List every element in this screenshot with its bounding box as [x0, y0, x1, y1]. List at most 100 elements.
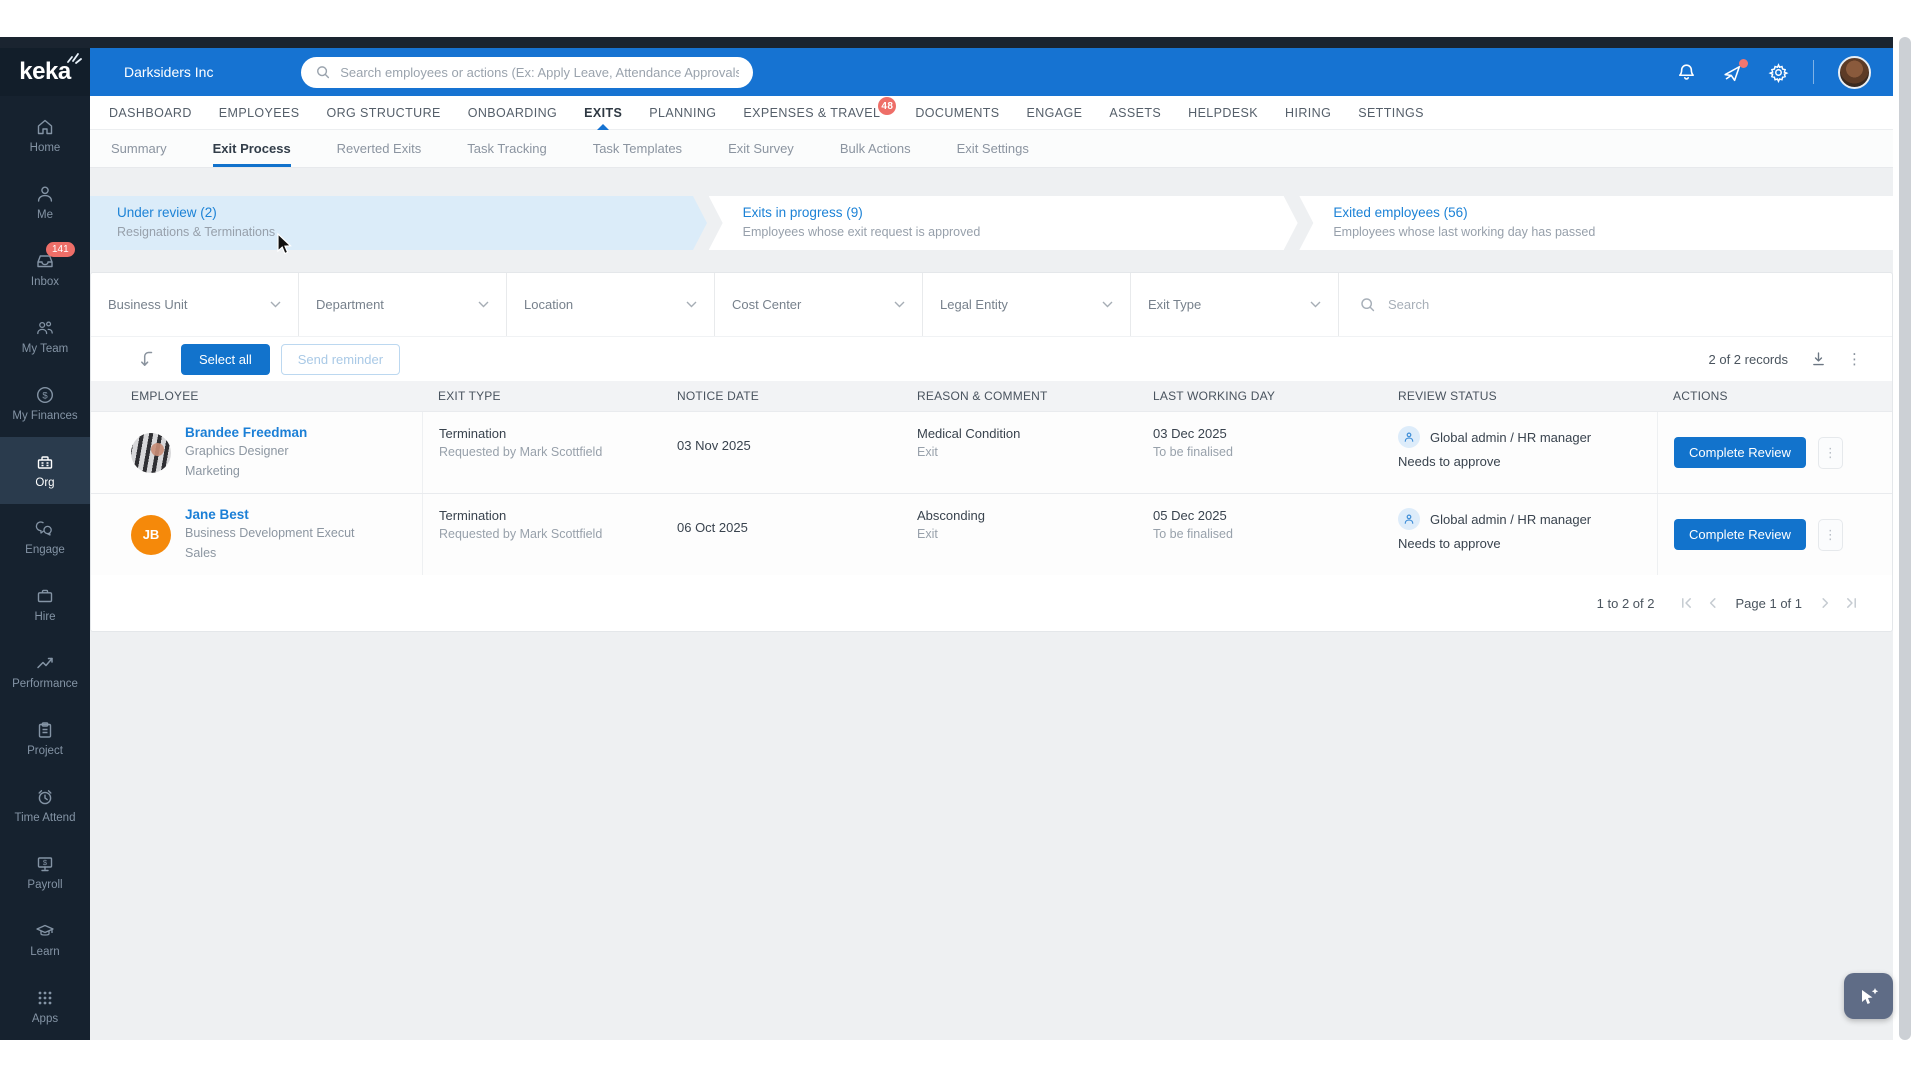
sort-icon[interactable] [139, 350, 155, 368]
sidebar-item-me[interactable]: Me [0, 169, 90, 236]
topbar-actions [1676, 55, 1871, 89]
page-scrollbar[interactable] [1899, 37, 1911, 1040]
nav-expenses-travel[interactable]: EXPENSES & TRAVEL 48 [743, 96, 897, 129]
lwd-value: 05 Dec 2025 [1153, 508, 1227, 523]
nav-employees[interactable]: EMPLOYEES [219, 96, 300, 129]
subtab-task-tracking[interactable]: Task Tracking [467, 130, 546, 167]
sidebar-item-label: Hire [34, 611, 56, 623]
nav-dashboard[interactable]: DASHBOARD [109, 96, 192, 129]
filter-label: Business Unit [108, 297, 188, 312]
filter-legal-entity[interactable]: Legal Entity [923, 273, 1131, 336]
reason-cell: Medical Condition Exit [901, 412, 1137, 493]
notice-date-cell: 03 Nov 2025 [661, 412, 901, 493]
reason-value: Absconding [917, 508, 985, 523]
prev-page-icon[interactable] [1706, 596, 1719, 610]
sidebar-item-payroll[interactable]: $ Payroll [0, 839, 90, 906]
sidebar-item-label: Project [27, 745, 63, 757]
employee-name-link[interactable]: Jane Best [185, 507, 355, 522]
select-all-button[interactable]: Select all [181, 343, 270, 375]
nav-org-structure[interactable]: ORG STRUCTURE [327, 96, 441, 129]
lwd-sub: To be finalised [1153, 445, 1233, 459]
sidebar-item-inbox[interactable]: 141 Inbox [0, 236, 90, 303]
grid-dots-icon [38, 991, 52, 1005]
team-icon [37, 321, 53, 335]
filter-exit-type[interactable]: Exit Type [1131, 273, 1339, 336]
subtab-bulk-actions[interactable]: Bulk Actions [840, 130, 911, 167]
sidebar-item-my-team[interactable]: My Team [0, 303, 90, 370]
user-avatar[interactable] [1838, 55, 1871, 89]
employee-department: Sales [185, 546, 217, 560]
next-page-icon[interactable] [1819, 596, 1832, 610]
global-search-input[interactable]: Search employees or actions (Ex: Apply L… [301, 56, 754, 88]
nav-label: PLANNING [649, 105, 717, 120]
reason-cell: Absconding Exit [901, 494, 1137, 575]
briefcase-icon [37, 589, 53, 603]
subtab-exit-settings[interactable]: Exit Settings [957, 130, 1029, 167]
svg-text:$: $ [43, 858, 48, 867]
complete-review-button[interactable]: Complete Review [1674, 437, 1806, 468]
nav-hiring[interactable]: HIRING [1285, 96, 1331, 129]
subtab-exit-process[interactable]: Exit Process [212, 130, 291, 167]
nav-settings[interactable]: SETTINGS [1358, 96, 1424, 129]
first-page-icon[interactable] [1680, 596, 1693, 610]
subtab-exit-survey[interactable]: Exit Survey [728, 130, 794, 167]
nav-label: DASHBOARD [109, 105, 192, 120]
stage-exited-employees[interactable]: Exited employees (56) Employees whose la… [1299, 196, 1893, 250]
sidebar-item-label: My Team [21, 343, 69, 355]
nav-planning[interactable]: PLANNING [649, 96, 716, 129]
nav-assets[interactable]: ASSETS [1109, 96, 1161, 129]
table-search-input[interactable]: Search [1339, 273, 1892, 336]
table-row: Brandee Freedman Graphics Designer Marke… [91, 411, 1892, 493]
subtab-task-templates[interactable]: Task Templates [593, 130, 682, 167]
settings-gear-icon[interactable] [1768, 62, 1789, 83]
stage-exits-in-progress[interactable]: Exits in progress (9) Employees whose ex… [708, 196, 1298, 250]
sidebar-item-home[interactable]: Home [0, 102, 90, 169]
table-header: EMPLOYEE EXIT TYPE NOTICE DATE REASON & … [91, 381, 1892, 411]
filter-bar: Business Unit Department Location Cost C… [91, 273, 1892, 337]
sidebar-item-hire[interactable]: Hire [0, 571, 90, 638]
sidebar-item-performance[interactable]: Performance [0, 638, 90, 705]
exit-type-cell: Termination Requested by Mark Scottfield [422, 494, 661, 575]
complete-review-button[interactable]: Complete Review [1674, 519, 1806, 550]
sidebar-item-org[interactable]: Org [0, 437, 90, 504]
nav-label: ORG STRUCTURE [326, 105, 441, 120]
sidebar-item-time-attend[interactable]: Time Attend [0, 772, 90, 839]
nav-engage[interactable]: ENGAGE [1027, 96, 1083, 129]
filter-department[interactable]: Department [299, 273, 507, 336]
nav-onboarding[interactable]: ONBOARDING [468, 96, 557, 129]
send-reminder-button[interactable]: Send reminder [280, 343, 401, 375]
filter-business-unit[interactable]: Business Unit [91, 273, 299, 336]
keka-logo[interactable]: keka [0, 48, 90, 96]
nav-documents[interactable]: DOCUMENTS [915, 96, 999, 129]
employee-name-link[interactable]: Brandee Freedman [185, 425, 307, 440]
col-reason-comment: REASON & COMMENT [917, 389, 1048, 403]
nav-helpdesk[interactable]: HELPDESK [1188, 96, 1258, 129]
global-search-placeholder: Search employees or actions (Ex: Apply L… [340, 64, 740, 80]
sidebar-item-my-finances[interactable]: $ My Finances [0, 370, 90, 437]
row-kebab-icon[interactable]: ⋮ [1817, 518, 1843, 551]
nav-label: SETTINGS [1358, 105, 1424, 120]
stage-under-review[interactable]: Under review (2) Resignations & Terminat… [90, 196, 707, 250]
subtab-summary[interactable]: Summary [111, 130, 167, 167]
whats-new-rocket-icon[interactable] [1721, 58, 1748, 83]
stage-subtitle: Resignations & Terminations [117, 225, 276, 239]
sidebar-item-project[interactable]: Project [0, 705, 90, 772]
download-icon[interactable] [1810, 350, 1827, 368]
filter-cost-center[interactable]: Cost Center [715, 273, 923, 336]
demo-cursor-button[interactable] [1844, 973, 1893, 1019]
notifications-bell-icon[interactable] [1676, 62, 1697, 83]
reviewer-person-icon [1398, 508, 1420, 530]
nav-exits[interactable]: EXITS [584, 96, 622, 130]
row-kebab-icon[interactable]: ⋮ [1817, 436, 1843, 469]
review-status-text: Needs to approve [1398, 454, 1501, 469]
last-page-icon[interactable] [1845, 596, 1858, 610]
employee-avatar[interactable]: JB [131, 514, 171, 555]
subtab-reverted-exits[interactable]: Reverted Exits [337, 130, 422, 167]
sidebar-item-apps[interactable]: Apps [0, 973, 90, 1040]
sidebar-item-learn[interactable]: Learn [0, 906, 90, 973]
filter-location[interactable]: Location [507, 273, 715, 336]
table-options-kebab-icon[interactable]: ⋮ [1847, 352, 1862, 367]
sidebar-item-engage[interactable]: Engage [0, 504, 90, 571]
sidebar-item-label: Time Attend [14, 812, 76, 824]
employee-avatar[interactable] [131, 432, 171, 473]
